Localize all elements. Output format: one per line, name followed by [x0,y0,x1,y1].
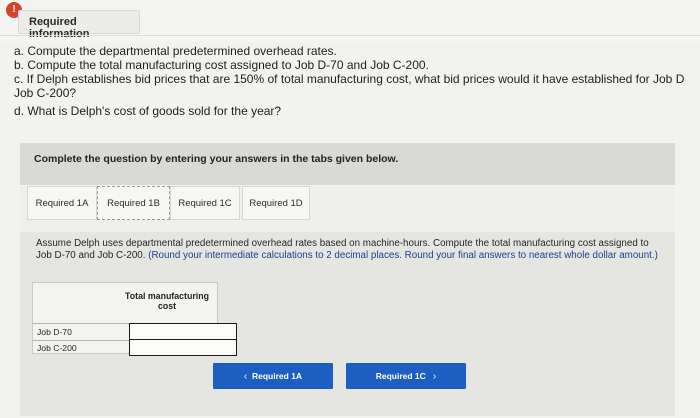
tab-required-1a[interactable]: Required 1A [27,186,97,220]
required-information-header: ! Required information [0,0,700,42]
chevron-left-icon: ‹ [243,371,248,382]
column-header-total-manufacturing-cost: Total manufacturing cost [125,291,209,311]
next-required-1c-button[interactable]: Required 1C › [346,363,466,389]
answer-table: Total manufacturing cost Job D-70 Job C-… [32,282,237,356]
row-label-job-d-70: Job D-70 [37,327,72,337]
prev-required-1a-button[interactable]: ‹ Required 1A [213,363,333,389]
required-information-tab[interactable]: Required information [18,10,140,40]
question-c-line2: Job C-200? [14,86,77,100]
next-button-label: Required 1C [375,371,426,381]
instruction-text: Assume Delph uses departmental predeterm… [36,238,664,261]
question-c-line1: c. If Delph establishes bid prices that … [14,72,685,86]
question-d: d. What is Delph's cost of goods sold fo… [14,104,282,118]
job-d-70-input[interactable] [129,323,237,340]
required-tabs: Required 1A Required 1B Required 1C Requ… [20,186,675,232]
job-c-200-input[interactable] [129,339,237,356]
tab-content-panel: Assume Delph uses departmental predeterm… [20,232,675,416]
row-label-job-c-200: Job C-200 [37,343,77,353]
tab-required-1c[interactable]: Required 1C [170,186,240,220]
header-divider [0,35,700,36]
prev-button-label: Required 1A [252,371,303,381]
question-b: b. Compute the total manufacturing cost … [14,58,429,72]
question-list: a. Compute the departmental predetermine… [14,44,700,118]
rounding-note: (Round your intermediate calculations to… [148,249,658,261]
tab-required-1b[interactable]: Required 1B [97,186,170,220]
tab-required-1d[interactable]: Required 1D [242,186,310,220]
chevron-right-icon: › [432,371,437,382]
question-a: a. Compute the departmental predetermine… [14,44,337,58]
instruction-banner: Complete the question by entering your a… [20,143,675,185]
